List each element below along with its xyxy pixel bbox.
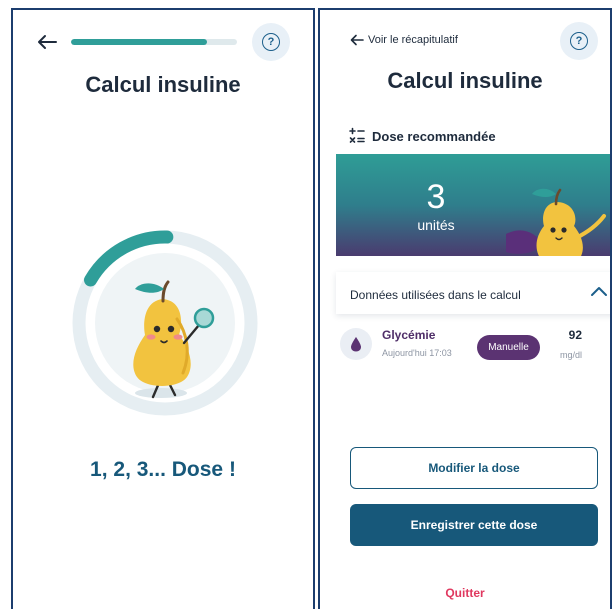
- glycemia-label: Glycémie: [382, 328, 436, 342]
- calculation-data-label: Données utilisées dans le calcul: [350, 288, 521, 302]
- calculating-screen: ? Calcul insuline 1, 2, 3... Dose !: [11, 8, 315, 609]
- help-button[interactable]: ?: [252, 23, 290, 61]
- loading-ring: [72, 230, 258, 416]
- help-button[interactable]: ?: [560, 22, 598, 60]
- dose-card: 3 unités: [336, 154, 610, 256]
- blood-drop-icon: [351, 337, 361, 352]
- calculation-data-header[interactable]: Données utilisées dans le calcul: [336, 272, 610, 314]
- glycemia-icon-container: [340, 328, 372, 360]
- loading-message: 1, 2, 3... Dose !: [90, 458, 236, 481]
- page-title: Calcul insuline: [85, 72, 241, 97]
- recommended-dose-label: Dose recommandée: [372, 128, 496, 144]
- back-to-summary-link[interactable]: Voir le récapitulatif: [350, 34, 458, 46]
- pear-mascot-hero: [506, 188, 606, 256]
- glycemia-timestamp: Aujourd'hui 17:03: [382, 348, 452, 358]
- save-dose-button[interactable]: Enregistrer cette dose: [350, 504, 598, 546]
- arrow-left-icon: [350, 34, 364, 46]
- question-circle-icon: ?: [262, 33, 280, 51]
- result-screen: Voir le récapitulatif ? Calcul insuline …: [318, 8, 612, 609]
- calculator-icon: [349, 127, 365, 143]
- page-title: Calcul insuline: [387, 68, 543, 93]
- progress-bar: [71, 39, 237, 45]
- manual-entry-badge: Manuelle: [477, 335, 540, 360]
- chevron-up-icon[interactable]: [590, 285, 608, 297]
- progress-bar-fill: [71, 39, 208, 45]
- recommended-dose-heading: Dose recommandée: [348, 126, 496, 146]
- back-to-summary-label: Voir le récapitulatif: [368, 34, 458, 46]
- glycemia-unit: mg/dl: [559, 350, 582, 360]
- question-circle-icon: ?: [570, 32, 588, 50]
- glycemia-value: 92: [568, 328, 582, 342]
- quit-link[interactable]: Quitter: [320, 586, 610, 600]
- modify-dose-button[interactable]: Modifier la dose: [350, 447, 598, 489]
- arrow-left-icon[interactable]: [37, 34, 57, 50]
